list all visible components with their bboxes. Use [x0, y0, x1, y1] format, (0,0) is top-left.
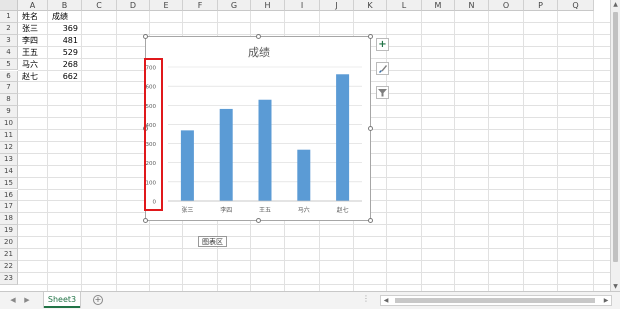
column-header-a[interactable]: A [18, 0, 48, 11]
chart-area[interactable]: 成绩 700 600 500 400 300 200 100 0 张三 李四 王五 马六 赵七 [143, 34, 373, 223]
row-header-4[interactable]: 4 [0, 46, 18, 59]
resize-handle-top[interactable] [256, 34, 261, 39]
prev-sheet-icon[interactable]: ◀ [8, 295, 18, 305]
axis-highlight-box [144, 58, 163, 211]
cell-a2[interactable]: 张三 [22, 23, 38, 34]
column-header-f[interactable]: F [183, 0, 218, 11]
row-header-20[interactable]: 20 [0, 237, 18, 249]
row-header-7[interactable]: 7 [0, 82, 18, 95]
row-header-15[interactable]: 15 [0, 177, 18, 190]
bar-4[interactable] [297, 149, 311, 201]
chart-title[interactable]: 成绩 [248, 46, 270, 59]
row-header-8[interactable]: 8 [0, 94, 18, 107]
cell-b3[interactable]: 481 [48, 35, 78, 46]
column-header-i[interactable]: I [285, 0, 320, 11]
column-header-g[interactable]: G [218, 0, 251, 11]
brush-icon [379, 65, 387, 73]
horizontal-scrollbar[interactable]: ◀ ▶ [380, 295, 612, 306]
row-header-2[interactable]: 2 [0, 22, 18, 35]
cell-a3[interactable]: 李四 [22, 35, 38, 46]
bar-1[interactable] [180, 130, 194, 201]
scroll-left-icon[interactable]: ◀ [381, 296, 391, 305]
resize-handle-bottom[interactable] [256, 218, 261, 223]
cell-b5[interactable]: 268 [48, 59, 78, 70]
row-header-16[interactable]: 16 [0, 189, 18, 202]
bar-2[interactable] [219, 108, 233, 201]
x-tick-label: 李四 [220, 206, 232, 214]
cell-a1[interactable]: 姓名 [22, 11, 38, 22]
column-header-c[interactable]: C [82, 0, 117, 11]
column-header-p[interactable]: P [524, 0, 558, 11]
row-header-14[interactable]: 14 [0, 165, 18, 178]
cell-a5[interactable]: 马六 [22, 59, 38, 70]
resize-handle-bottom-right[interactable] [368, 218, 373, 223]
column-header-e[interactable]: E [150, 0, 183, 11]
row-header-21[interactable]: 21 [0, 249, 18, 261]
scroll-down-icon[interactable]: ▼ [611, 282, 620, 291]
x-tick-label: 赵七 [337, 206, 349, 214]
bar-5[interactable] [336, 74, 350, 201]
x-tick-label: 张三 [181, 206, 193, 214]
chart-styles-button[interactable] [376, 62, 389, 75]
cell-b6[interactable]: 662 [48, 71, 78, 82]
row-header-9[interactable]: 9 [0, 106, 18, 119]
column-header-j[interactable]: J [320, 0, 354, 11]
column-header-h[interactable]: H [251, 0, 285, 11]
x-tick-label: 王五 [259, 207, 271, 214]
bar-3[interactable] [258, 99, 272, 201]
column-header-l[interactable]: L [387, 0, 422, 11]
column-header-o[interactable]: O [489, 0, 524, 11]
cell-b4[interactable]: 529 [48, 47, 78, 58]
column-header-q[interactable]: Q [558, 0, 594, 11]
row-header-1[interactable]: 1 [0, 11, 18, 23]
sheet-tab-sheet3[interactable]: Sheet3 [44, 292, 80, 308]
sheet-tab-bar: ◀ ▶ Sheet3 + ⋮ ◀ ▶ [0, 291, 620, 309]
column-header-k[interactable]: K [354, 0, 387, 11]
cell-b1[interactable]: 成绩 [52, 11, 68, 22]
row-header-3[interactable]: 3 [0, 34, 18, 47]
plus-icon: + [378, 39, 387, 50]
vertical-scrollbar[interactable]: ▲ ▼ [610, 0, 620, 291]
horizontal-scroll-thumb[interactable] [395, 298, 595, 303]
tab-split-handle-icon[interactable]: ⋮ [362, 294, 370, 303]
resize-handle-bottom-left[interactable] [143, 218, 148, 223]
row-header-12[interactable]: 12 [0, 141, 18, 154]
column-header-m[interactable]: M [422, 0, 455, 11]
chart-filters-button[interactable] [376, 86, 389, 99]
row-header-19[interactable]: 19 [0, 225, 18, 238]
funnel-icon [378, 89, 387, 97]
row-header-11[interactable]: 11 [0, 130, 18, 142]
cell-a6[interactable]: 赵七 [22, 71, 38, 82]
row-header-22[interactable]: 22 [0, 260, 18, 273]
column-header-b[interactable]: B [48, 0, 82, 11]
column-header-n[interactable]: N [455, 0, 489, 11]
add-sheet-icon[interactable]: + [93, 295, 103, 305]
scroll-up-icon[interactable]: ▲ [611, 0, 620, 9]
cell-a4[interactable]: 王五 [22, 47, 38, 58]
row-header-6[interactable]: 6 [0, 70, 18, 83]
row-header-5[interactable]: 5 [0, 58, 18, 71]
column-header-d[interactable]: D [117, 0, 150, 11]
scroll-right-icon[interactable]: ▶ [601, 296, 611, 305]
next-sheet-icon[interactable]: ▶ [22, 295, 32, 305]
x-tick-label: 马六 [298, 206, 310, 214]
chart-elements-button[interactable]: + [376, 38, 389, 51]
row-header-17[interactable]: 17 [0, 201, 18, 214]
cell-b2[interactable]: 369 [48, 23, 78, 34]
vertical-scroll-thumb[interactable] [613, 12, 618, 262]
row-header-23[interactable]: 23 [0, 272, 18, 285]
resize-handle-top-right[interactable] [368, 34, 373, 39]
resize-handle-top-left[interactable] [143, 34, 148, 39]
chart-area-tooltip: 图表区 [198, 236, 227, 247]
resize-handle-right[interactable] [368, 126, 373, 131]
row-header-13[interactable]: 13 [0, 153, 18, 166]
row-header-10[interactable]: 10 [0, 118, 18, 130]
select-all-corner[interactable] [0, 0, 18, 11]
bar-chart: 成绩 7006005004003002001000 张三 李四 王五 马六 赵七 [146, 46, 362, 214]
row-header-18[interactable]: 18 [0, 213, 18, 226]
